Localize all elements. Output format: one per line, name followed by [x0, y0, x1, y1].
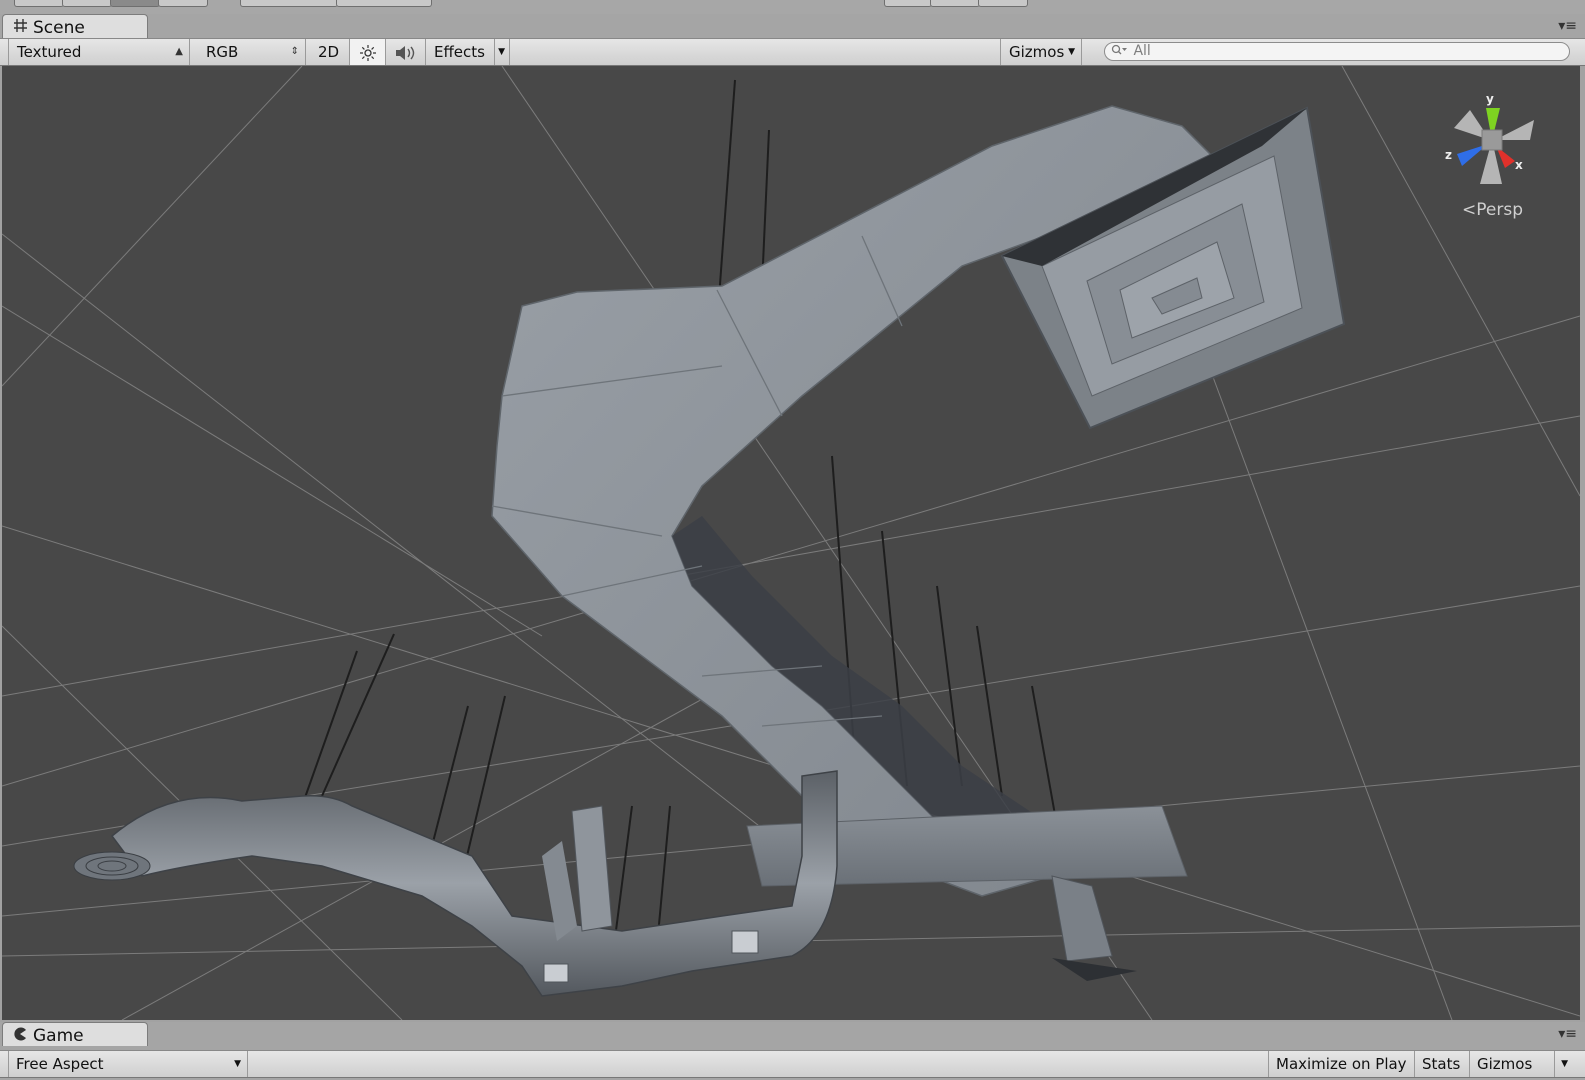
draw-mode-dropdown[interactable]: Textured ▲ — [8, 39, 190, 65]
pacman-icon — [13, 1023, 29, 1049]
game-tab[interactable]: Game — [2, 1022, 148, 1046]
game-gizmos-dropdown[interactable]: Gizmos ▼ — [1469, 1051, 1568, 1077]
draw-mode-value: Textured — [17, 43, 82, 61]
render-mode-dropdown[interactable]: RGB ⇕ — [198, 39, 306, 65]
scene-tab-bar: Scene ▾≡ — [0, 14, 1585, 38]
speaker-icon — [395, 43, 417, 61]
scene-tab-label: Scene — [33, 18, 85, 38]
axis-label-y: y — [1486, 92, 1494, 106]
global-button[interactable] — [336, 0, 432, 7]
axis-label-x: x — [1515, 158, 1523, 172]
gizmos-label: Gizmos — [1009, 43, 1065, 61]
scene-viewport[interactable]: y z x <Persp — [2, 66, 1580, 1020]
audio-toggle[interactable] — [386, 39, 426, 65]
scene-toolbar: Textured ▲ RGB ⇕ 2D Effects ▼ Gizmos ▼ A… — [0, 38, 1585, 66]
scene-render — [2, 66, 1580, 1020]
rotate-tool-button[interactable] — [110, 0, 160, 7]
top-toolbar-strip — [0, 0, 1585, 14]
play-button[interactable] — [884, 0, 932, 7]
render-mode-value: RGB — [206, 43, 239, 61]
game-tab-label: Game — [33, 1026, 84, 1046]
stats-label: Stats — [1422, 1055, 1461, 1073]
menu-icon[interactable]: ▾≡ — [1558, 1026, 1577, 1042]
lighting-toggle[interactable] — [350, 39, 386, 65]
game-gizmos-label: Gizmos — [1477, 1055, 1533, 1073]
effects-dropdown[interactable]: Effects ▼ — [426, 39, 510, 65]
pivot-button[interactable] — [240, 0, 338, 7]
chevron-left-icon: < — [1462, 200, 1477, 220]
2d-toggle[interactable]: 2D — [306, 39, 350, 65]
game-panel: Game ▾≡ Free Aspect ▼ Maximize on Play S… — [0, 1022, 1585, 1080]
stats-toggle[interactable]: Stats — [1414, 1051, 1467, 1077]
sun-icon — [360, 43, 376, 61]
chevron-down-icon: ▼ — [494, 39, 505, 65]
search-value: All — [1133, 43, 1151, 59]
orientation-gizmo — [1454, 108, 1534, 184]
maximize-label: Maximize on Play — [1276, 1055, 1407, 1073]
step-button[interactable] — [978, 0, 1028, 7]
scale-tool-button[interactable] — [158, 0, 208, 7]
gizmos-dropdown[interactable]: Gizmos ▼ — [1000, 39, 1082, 65]
chevron-down-icon: ▼ — [1068, 47, 1075, 57]
move-tool-button[interactable] — [62, 0, 112, 7]
aspect-value: Free Aspect — [16, 1055, 104, 1073]
2d-label: 2D — [318, 43, 340, 61]
menu-icon[interactable]: ▾≡ — [1558, 18, 1577, 34]
projection-label: Persp — [1476, 200, 1523, 220]
search-input[interactable]: All — [1104, 42, 1570, 61]
aspect-dropdown[interactable]: Free Aspect ▼ — [8, 1051, 248, 1077]
chevron-down-icon: ▼ — [234, 1059, 241, 1069]
effects-label: Effects — [434, 43, 485, 61]
magnifier-icon — [1111, 43, 1133, 59]
maximize-on-play-toggle[interactable]: Maximize on Play — [1268, 1051, 1414, 1077]
projection-toggle[interactable]: <Persp — [1462, 200, 1523, 220]
scene-tab[interactable]: Scene — [2, 14, 148, 38]
axis-label-z: z — [1445, 148, 1452, 162]
chevron-down-icon: ▼ — [1561, 1059, 1568, 1069]
spiral-pipe — [73, 770, 838, 997]
game-toolbar: Free Aspect ▼ Maximize on Play Stats Giz… — [0, 1050, 1585, 1078]
updown-arrows-icon: ▲ — [175, 46, 183, 57]
hand-tool-button[interactable] — [14, 0, 64, 7]
updown-arrows-icon: ⇕ — [290, 46, 299, 57]
pause-button[interactable] — [930, 0, 980, 7]
